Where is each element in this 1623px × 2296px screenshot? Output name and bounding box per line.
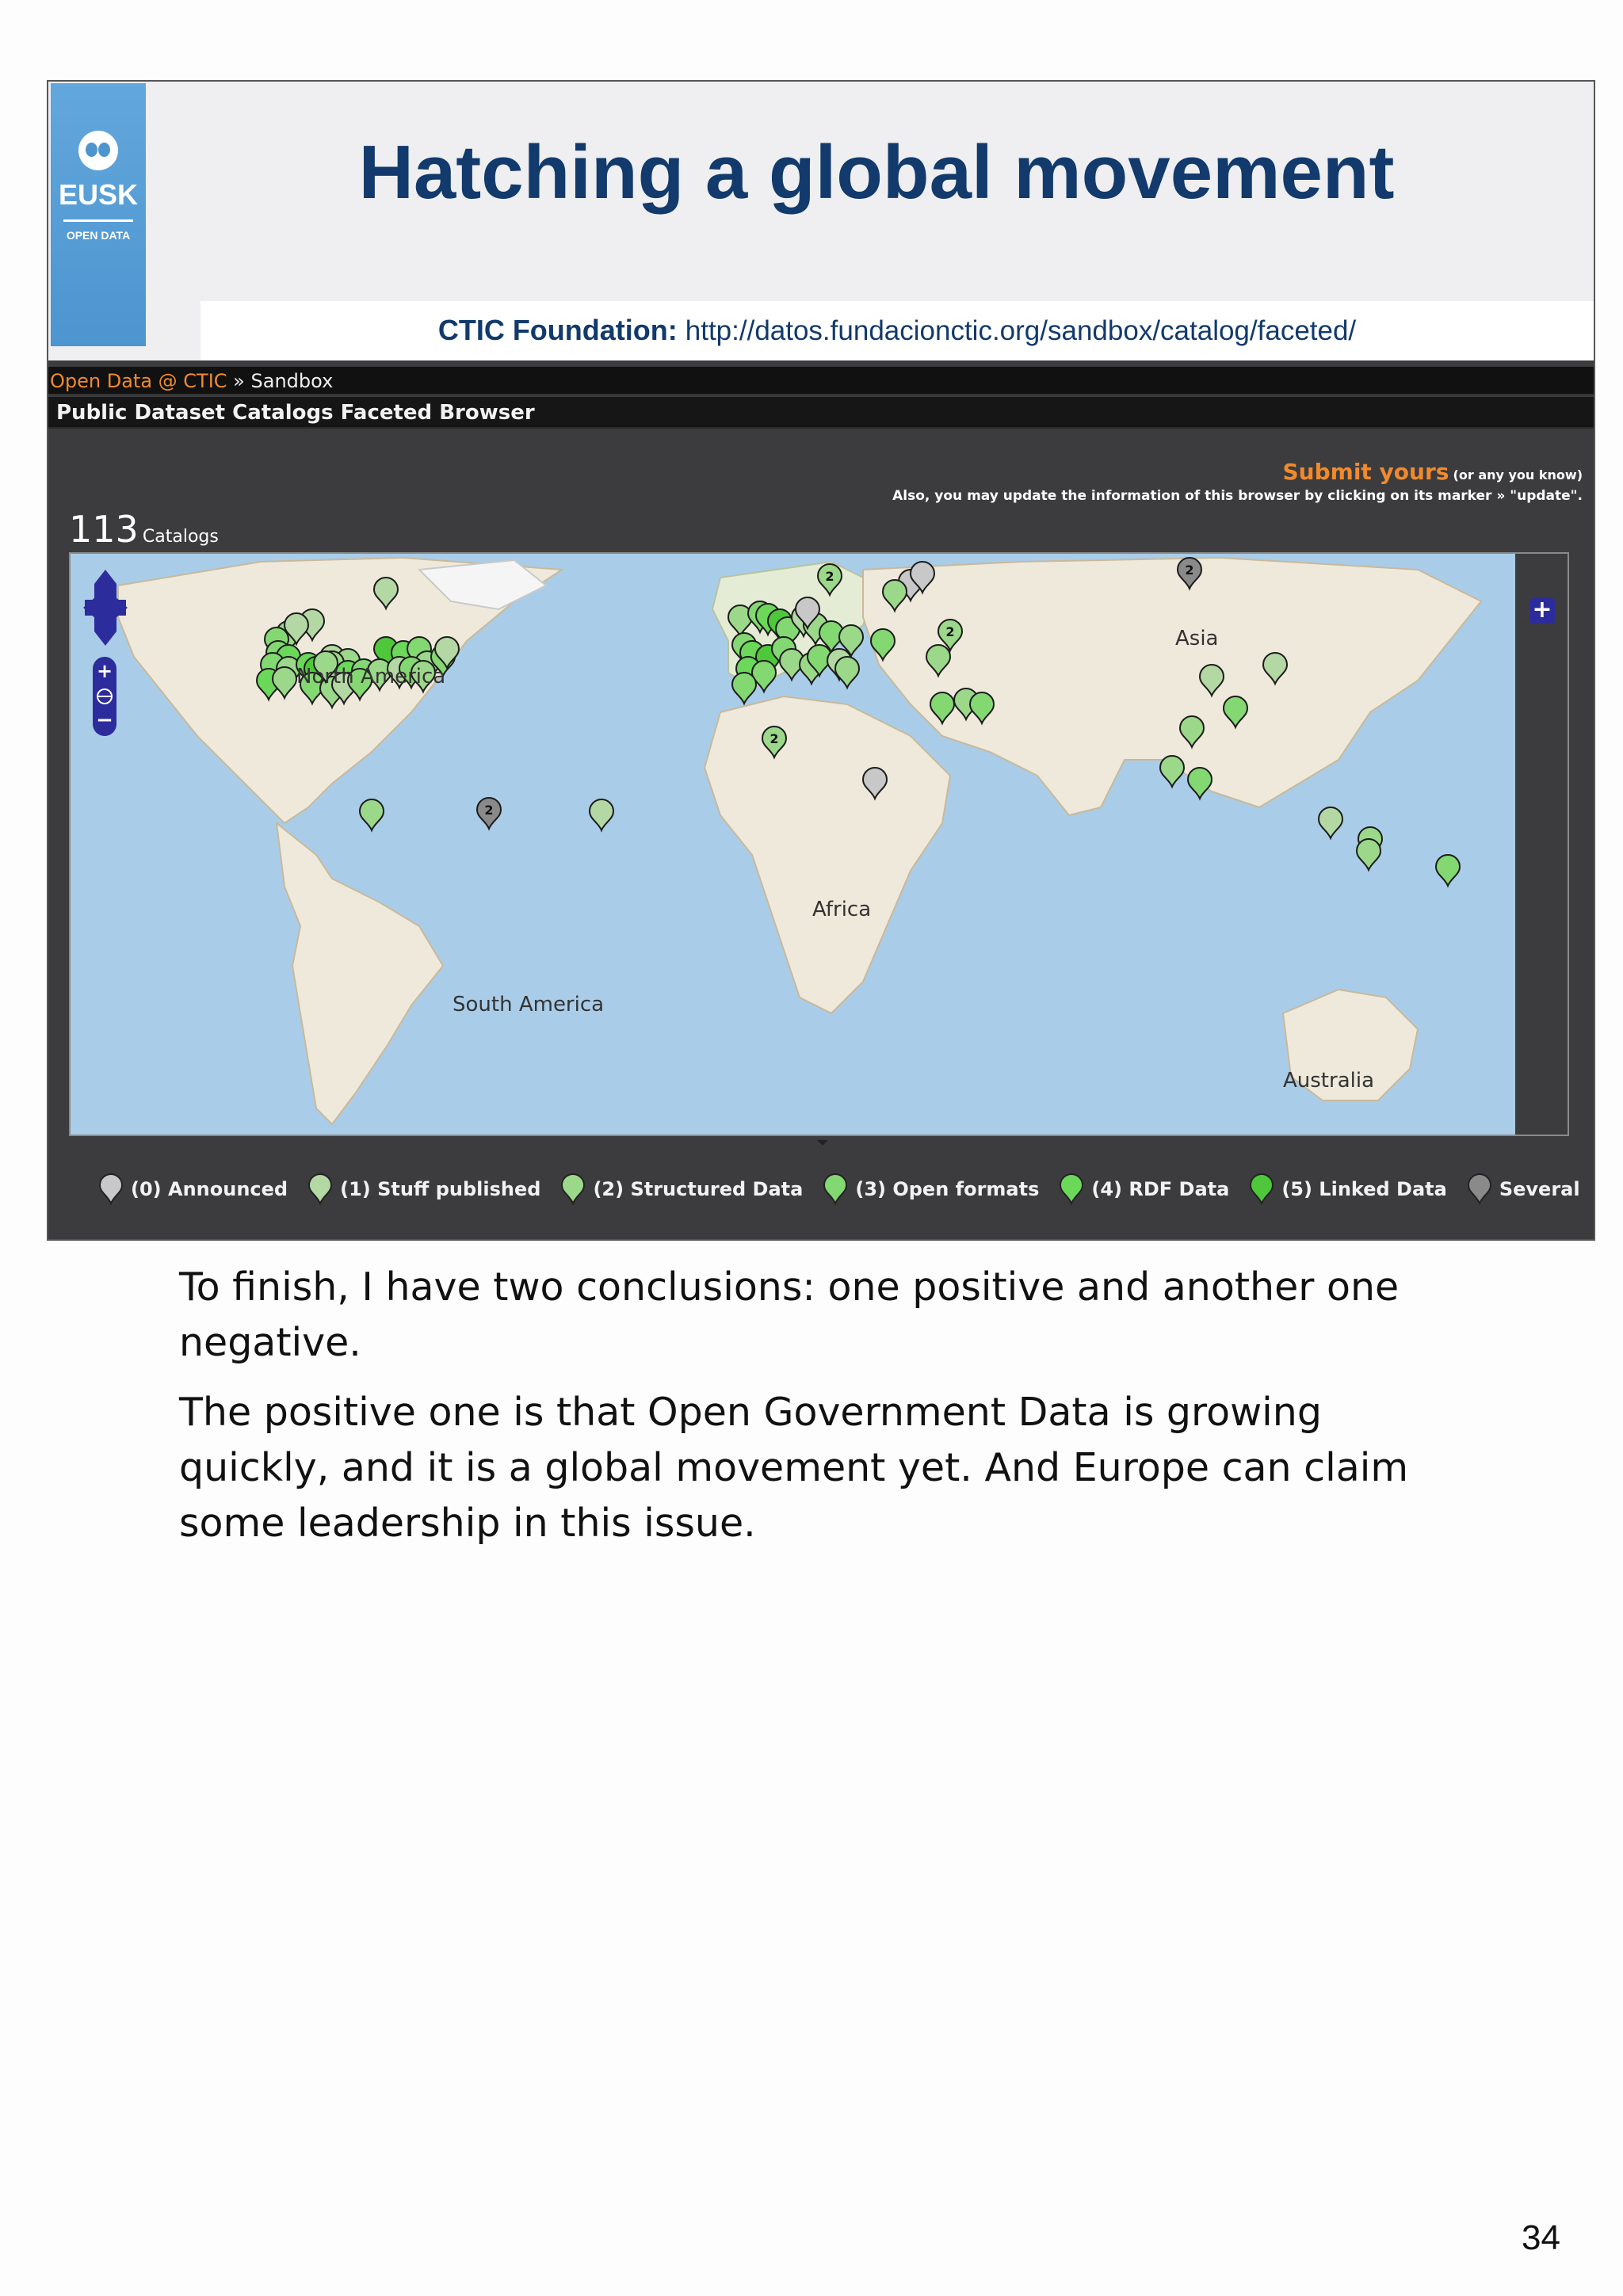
legend-item[interactable]: (5) Linked Data <box>1248 1173 1447 1205</box>
logo-subtitle: OPEN DATA <box>66 229 131 242</box>
legend-item[interactable]: (0) Announced <box>97 1173 288 1205</box>
continent-label-asia: Asia <box>1175 627 1219 650</box>
continent-label-africa: Africa <box>812 898 872 921</box>
legend-label: (0) Announced <box>131 1178 288 1200</box>
source-bar: CTIC Foundation: http://datos.fundacionc… <box>200 301 1594 361</box>
catalog-count: 113 Catalogs <box>69 508 219 551</box>
zoom-in-icon: + <box>97 660 113 682</box>
cluster-count: 2 <box>825 569 834 584</box>
catalog-count-label: Catalogs <box>142 527 219 547</box>
source-url[interactable]: http://datos.fundacionctic.org/sandbox/c… <box>685 315 1356 346</box>
cluster-count: 2 <box>1185 563 1193 578</box>
marker-pin-icon <box>1060 1173 1084 1205</box>
marker-pin-icon <box>1250 1173 1274 1205</box>
update-note: Also, you may update the information of … <box>892 488 1583 504</box>
legend-label: (4) RDF Data <box>1091 1178 1230 1200</box>
slide: EUSK OPEN DATA Hatching a global movemen… <box>47 80 1595 1241</box>
eusk-logo: EUSK OPEN DATA <box>51 83 146 346</box>
continent-label-australia: Australia <box>1283 1069 1375 1093</box>
continent-label-south-america: South America <box>453 993 605 1016</box>
map-legend: (0) Announced (1) Stuff published (2) Stru… <box>97 1170 1594 1208</box>
legend-label: (5) Linked Data <box>1281 1178 1447 1200</box>
cluster-count: 2 <box>945 624 954 639</box>
cluster-count: 2 <box>484 803 493 818</box>
legend-item[interactable]: (1) Stuff published <box>307 1173 540 1205</box>
breadcrumb-separator: » <box>227 370 251 392</box>
logo-text: EUSK <box>58 178 139 211</box>
notes-paragraph-1: To finish, I have two conclusions: one p… <box>179 1264 1400 1365</box>
zoom-out-icon: − <box>96 708 113 732</box>
breadcrumb: Open Data @ CTIC » Sandbox <box>48 367 1594 395</box>
browser-screenshot: Open Data @ CTIC » Sandbox Public Datase… <box>48 360 1594 1239</box>
marker-pin-icon <box>1467 1173 1491 1205</box>
source-line: CTIC Foundation: http://datos.fundacionc… <box>200 314 1594 347</box>
slide-title: Hatching a global movement <box>358 130 1395 215</box>
marker-pin-icon <box>823 1173 848 1205</box>
cluster-count: 2 <box>769 731 778 746</box>
legend-label: (3) Open formats <box>855 1178 1040 1200</box>
legend-label: (2) Structured Data <box>593 1178 804 1200</box>
legend-item[interactable]: (2) Structured Data <box>559 1173 803 1205</box>
page-number: 34 <box>1522 2218 1560 2257</box>
submit-link[interactable]: Submit yours <box>1283 459 1449 485</box>
legend-item[interactable]: (4) RDF Data <box>1058 1173 1229 1205</box>
source-label: CTIC Foundation: <box>437 314 678 346</box>
catalog-count-number: 113 <box>69 508 139 551</box>
collapse-arrow-icon[interactable] <box>817 1140 828 1146</box>
expand-icon[interactable]: + <box>1529 598 1555 624</box>
map-side-panel: + <box>1515 554 1568 1135</box>
eye-icon <box>78 131 118 170</box>
submit-block: Submit yours (or any you know) <box>1283 459 1583 485</box>
marker-pin-icon <box>98 1173 124 1205</box>
submit-note: (or any you know) <box>1453 467 1583 482</box>
map-canvas: 2 2 2 2 2 <box>71 554 1518 1135</box>
legend-item[interactable]: Several <box>1466 1173 1580 1205</box>
breadcrumb-current: Sandbox <box>250 370 334 392</box>
logo-divider <box>63 219 133 222</box>
continent-label-north-america: North America <box>296 665 446 688</box>
speaker-notes: To finish, I have two conclusions: one p… <box>179 1260 1415 1566</box>
notes-paragraph-2: The positive one is that Open Government… <box>179 1390 1409 1546</box>
app-title: Public Dataset Catalogs Faceted Browser <box>56 401 535 425</box>
legend-label: Several <box>1499 1178 1580 1200</box>
legend-item[interactable]: (3) Open formats <box>822 1173 1039 1205</box>
slide-header: EUSK OPEN DATA Hatching a global movemen… <box>48 82 1594 364</box>
zoom-control[interactable]: + − <box>90 657 120 736</box>
app-title-bar: Public Dataset Catalogs Faceted Browser <box>48 397 1594 429</box>
breadcrumb-link[interactable]: Open Data @ CTIC <box>50 370 227 392</box>
marker-pin-icon <box>308 1173 333 1205</box>
world-map[interactable]: 2 2 2 2 2 + − North America Asia Africa Sout… <box>69 552 1569 1136</box>
marker-pin-icon <box>561 1173 586 1205</box>
pan-control[interactable] <box>80 568 131 647</box>
legend-label: (1) Stuff published <box>340 1178 541 1200</box>
